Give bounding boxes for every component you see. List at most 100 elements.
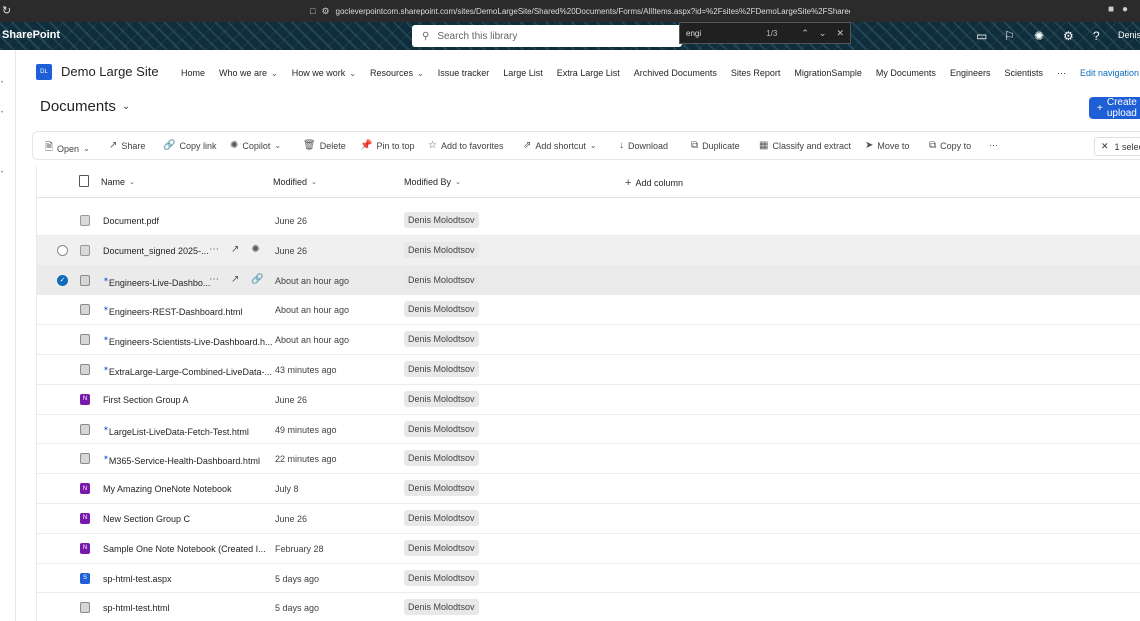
file-name[interactable]: sp-html-test.html (103, 603, 170, 613)
nav-item-who-we-are[interactable]: Who we are ⌄ (219, 68, 278, 78)
table-row[interactable]: ✓ ✶Engineers-Live-Dashbo... ⋯ ↗ 🔗 About … (37, 265, 1140, 296)
find-next-icon[interactable]: ⌄ (819, 28, 827, 39)
modified-by-persona[interactable]: Denis Molodtsov (404, 480, 479, 497)
file-name[interactable]: ✶LargeList-LiveData-Fetch-Test.html (103, 425, 249, 437)
rail-icon-2[interactable]: • (1, 110, 3, 116)
modified-by-persona[interactable]: Denis Molodtsov (404, 599, 479, 616)
find-close-icon[interactable]: ✕ (836, 28, 844, 39)
share-icon[interactable]: ↗ (231, 244, 239, 255)
delete-button[interactable]: 🗑 Delete (303, 140, 346, 151)
pin-to-top-button[interactable]: 📌 Pin to top (360, 140, 414, 151)
library-title[interactable]: Documents ⌄ (40, 98, 130, 115)
nav-item-sites-report[interactable]: Sites Report (731, 68, 781, 78)
add-to-favorites-button[interactable]: ☆ Add to favorites (428, 140, 504, 151)
file-name[interactable]: ✶Engineers-Scientists-Live-Dashboard.h..… (103, 335, 272, 347)
modified-by-persona[interactable]: Denis Molodtsov (404, 539, 479, 556)
table-row[interactable]: S sp-html-test.aspx 5 days ago Denis Mol… (37, 564, 1140, 594)
extension-icon[interactable]: ■ (1108, 4, 1114, 15)
table-row[interactable]: ✶M365-Service-Health-Dashboard.html 22 m… (37, 444, 1140, 475)
copy-link-button[interactable]: 🔗 Copy link (163, 140, 216, 151)
address-bar[interactable]: □ ⚙ gocleverpointcom.sharepoint.com/site… (310, 3, 850, 19)
find-input[interactable]: engi (686, 29, 766, 38)
file-name[interactable]: ✶Engineers-REST-Dashboard.html (103, 305, 242, 317)
modified-by-column-header[interactable]: Modified By ⌄ (404, 177, 461, 187)
create-upload-button[interactable]: + Create or upload (1089, 97, 1140, 119)
move-to-button[interactable]: ➤ Move to (865, 140, 909, 151)
modified-by-persona[interactable]: Denis Molodtsov (404, 420, 479, 437)
nav-item-engineers[interactable]: Engineers (950, 68, 991, 78)
file-name[interactable]: Sample One Note Notebook (Created I... (103, 544, 266, 554)
table-row[interactable]: ✶Engineers-REST-Dashboard.html About an … (37, 295, 1140, 326)
nav-item-my-documents[interactable]: My Documents (876, 68, 936, 78)
more-actions-icon[interactable]: ⋯ (209, 274, 219, 285)
copilot-button[interactable]: ✺ Copilot ⌄ (230, 140, 281, 151)
modified-by-persona[interactable]: Denis Molodtsov (404, 212, 479, 228)
modified-by-persona[interactable]: Denis Molodtsov (404, 271, 479, 288)
table-row[interactable]: N First Section Group A June 26 Denis Mo… (37, 385, 1140, 415)
rail-icon-3[interactable]: • (1, 170, 3, 176)
file-name[interactable]: Document.pdf (103, 216, 159, 226)
modified-by-persona[interactable]: Denis Molodtsov (404, 509, 479, 526)
table-row[interactable]: Document.pdf June 26 Denis Molodtsov (37, 206, 1140, 236)
settings-icon[interactable]: ⚙ (1063, 29, 1074, 43)
selection-indicator[interactable]: ✕ 1 selected (1094, 137, 1140, 156)
more-commands-button[interactable]: ··· (989, 140, 998, 150)
nav-item-migration-sample[interactable]: MigrationSample (794, 68, 862, 78)
table-row[interactable]: sp-html-test.html 5 days ago Denis Molod… (37, 593, 1140, 621)
table-row[interactable]: ✶Engineers-Scientists-Live-Dashboard.h..… (37, 325, 1140, 355)
add-column-button[interactable]: + Add column (625, 177, 683, 189)
site-logo[interactable]: DL (36, 64, 52, 80)
name-column-header[interactable]: Name ⌄ (101, 177, 135, 187)
nav-more-button[interactable]: ··· (1057, 68, 1066, 78)
nav-item-extra-large-list[interactable]: Extra Large List (557, 68, 620, 78)
profile-icon[interactable]: ● (1122, 4, 1128, 15)
nav-item-archived-documents[interactable]: Archived Documents (634, 68, 717, 78)
modified-by-persona[interactable]: Denis Molodtsov (404, 360, 479, 377)
row-select-checkbox[interactable] (57, 244, 68, 256)
nav-item-scientists[interactable]: Scientists (1004, 68, 1043, 78)
file-name[interactable]: ✶Engineers-Live-Dashbo... (103, 276, 210, 288)
table-row[interactable]: N Sample One Note Notebook (Created I...… (37, 534, 1140, 564)
modified-by-persona[interactable]: Denis Molodtsov (404, 569, 479, 586)
add-shortcut-button[interactable]: ⇗ Add shortcut ⌄ (523, 140, 597, 151)
find-prev-icon[interactable]: ⌃ (801, 28, 809, 39)
table-row[interactable]: N New Section Group C June 26 Denis Molo… (37, 504, 1140, 534)
edit-navigation-link[interactable]: Edit navigation (1080, 68, 1139, 78)
share-icon[interactable]: ↗ (231, 274, 239, 285)
file-name[interactable]: ✶M365-Service-Health-Dashboard.html (103, 454, 260, 466)
sharepoint-brand[interactable]: SharePoint (2, 29, 60, 41)
nav-item-resources[interactable]: Resources ⌄ (370, 68, 424, 78)
copy-link-icon[interactable]: 🔗 (251, 274, 263, 285)
file-name[interactable]: Document_signed 2025-... (103, 246, 209, 256)
share-button[interactable]: ↗ Share (109, 140, 145, 151)
row-select-checkbox[interactable]: ✓ (57, 274, 68, 286)
copilot-icon[interactable]: ✺ (1034, 29, 1044, 43)
modified-by-persona[interactable]: Denis Molodtsov (404, 301, 479, 318)
nav-item-issue-tracker[interactable]: Issue tracker (438, 68, 490, 78)
rail-icon-1[interactable]: • (1, 80, 3, 86)
file-name[interactable]: ✶ExtraLarge-Large-Combined-LiveData-... (103, 365, 272, 377)
download-button[interactable]: ↓ Download (619, 140, 668, 151)
modified-by-persona[interactable]: Denis Molodtsov (404, 241, 479, 258)
file-name[interactable]: sp-html-test.aspx (103, 574, 172, 584)
modified-by-persona[interactable]: Denis Molodtsov (404, 390, 479, 407)
duplicate-button[interactable]: ⧉ Duplicate (691, 140, 740, 151)
feedback-icon[interactable]: ⚐ (1004, 29, 1015, 43)
modified-by-persona[interactable]: Denis Molodtsov (404, 450, 479, 467)
close-icon[interactable]: ✕ (1101, 141, 1109, 152)
copilot-icon[interactable]: ✺ (251, 244, 259, 255)
table-row[interactable]: N My Amazing OneNote Notebook July 8 Den… (37, 474, 1140, 504)
file-name[interactable]: My Amazing OneNote Notebook (103, 484, 232, 494)
table-row[interactable]: ✶LargeList-LiveData-Fetch-Test.html 49 m… (37, 415, 1140, 445)
site-title[interactable]: Demo Large Site (61, 64, 159, 79)
file-type-header-icon[interactable] (79, 175, 89, 187)
table-row[interactable]: ✶ExtraLarge-Large-Combined-LiveData-... … (37, 355, 1140, 385)
site-info-icon[interactable]: ⚙ (321, 6, 329, 17)
help-icon[interactable]: ? (1093, 29, 1100, 43)
bookmark-icon[interactable]: □ (310, 6, 315, 16)
table-row[interactable]: Document_signed 2025-... ⋯ ↗ ✺ June 26 D… (37, 235, 1140, 266)
file-name[interactable]: First Section Group A (103, 395, 189, 405)
open-button[interactable]: 🗎 Open ⌄ (45, 140, 90, 157)
more-actions-icon[interactable]: ⋯ (209, 244, 219, 255)
nav-item-home[interactable]: Home (181, 68, 205, 78)
